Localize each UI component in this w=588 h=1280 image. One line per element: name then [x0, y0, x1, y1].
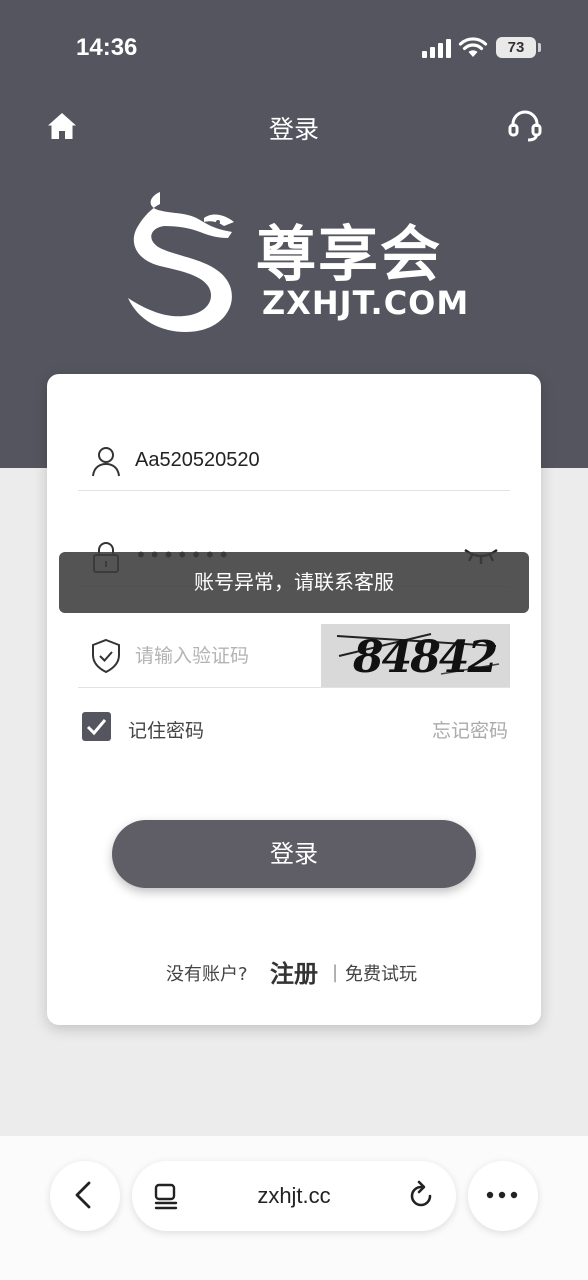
status-time: 14:36: [76, 34, 138, 61]
more-dots-icon: [486, 1191, 518, 1199]
login-button[interactable]: 登录: [112, 820, 476, 888]
logo-wordmark: 尊享会: [256, 220, 442, 290]
chevron-left-icon: [75, 1181, 91, 1209]
page-title: 登录: [268, 115, 319, 144]
remember-password-label[interactable]: 记住密码: [128, 716, 204, 743]
user-icon: [92, 447, 120, 477]
no-account-text: 没有账户?: [166, 964, 248, 985]
captcha-underline: [78, 687, 510, 688]
username-underline: [78, 490, 510, 491]
wifi-icon: [458, 37, 488, 57]
battery-tip: [538, 43, 541, 52]
free-trial-link[interactable]: 免费试玩: [345, 960, 417, 986]
captcha-image[interactable]: 84842: [321, 624, 510, 687]
logo-domain: ZXHJT.COM: [262, 284, 470, 322]
remember-password-checkbox[interactable]: [82, 712, 111, 741]
signal-icon: [422, 39, 451, 58]
reload-icon[interactable]: [406, 1180, 436, 1210]
username-field[interactable]: Aa520520520: [135, 449, 260, 472]
captcha-input[interactable]: [135, 640, 315, 672]
customer-support-icon[interactable]: [507, 108, 543, 144]
battery-indicator: 73: [496, 37, 536, 58]
dragon-logo-icon: [128, 192, 234, 332]
checkmark-icon: [86, 719, 107, 736]
shield-check-icon: [92, 638, 120, 674]
link-divider: |: [332, 962, 339, 983]
captcha-code: 84842: [353, 632, 498, 683]
error-toast: 账号异常，请联系客服: [59, 552, 529, 613]
forgot-password-link[interactable]: 忘记密码: [432, 716, 508, 743]
register-link[interactable]: 注册: [270, 954, 318, 989]
